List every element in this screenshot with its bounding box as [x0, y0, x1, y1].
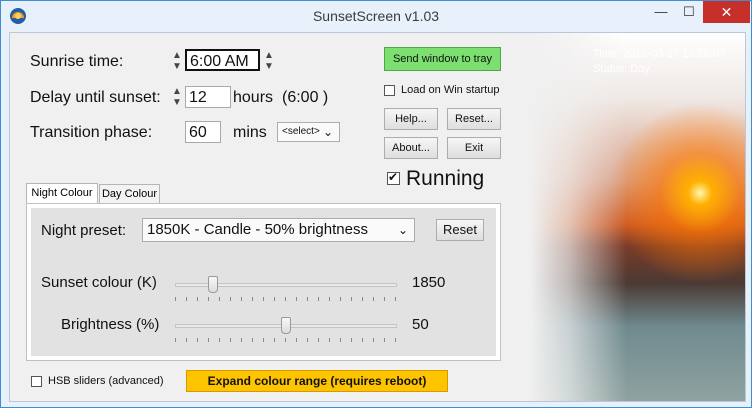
startup-label: Load on Win startup	[401, 84, 500, 96]
sunrise-time-input[interactable]: 6:00 AM	[185, 49, 260, 71]
title-bar[interactable]: SunsetScreen v1.03 — ☐ ✕	[1, 1, 751, 31]
night-preset-label: Night preset:	[41, 222, 127, 239]
sunset-colour-ticks	[175, 297, 397, 301]
sunset-colour-label: Sunset colour (K)	[41, 274, 157, 291]
night-colour-panel: Night preset: 1850K - Candle - 50% brigh…	[26, 203, 501, 361]
brightness-value: 50	[412, 316, 429, 333]
tab-day-colour[interactable]: Day Colour	[99, 184, 160, 204]
night-settings-body: Night preset: 1850K - Candle - 50% brigh…	[31, 208, 496, 356]
spinner-icon[interactable]: ▲ ▼	[263, 50, 275, 78]
sunset-colour-slider[interactable]	[207, 276, 218, 293]
delay-label: Delay until sunset:	[30, 89, 161, 106]
status-text: Status: Day	[593, 63, 650, 75]
spinner-icon[interactable]: ▲ ▼	[171, 50, 183, 78]
running-checkbox[interactable]	[387, 170, 400, 185]
send-to-tray-button[interactable]: Send window to tray	[384, 47, 501, 71]
sunset-colour-value: 1850	[412, 274, 446, 291]
hours-unit: hours	[233, 89, 274, 106]
transition-input[interactable]: 60	[185, 121, 221, 143]
close-button[interactable]: ✕	[703, 1, 750, 23]
night-preset-value: 1850K - Candle - 50% brightness	[147, 221, 368, 238]
help-button[interactable]: Help...	[384, 108, 438, 130]
about-button[interactable]: About...	[384, 137, 438, 159]
status-time: Time: 2015-03-17 13:55:07	[593, 48, 726, 60]
hsb-checkbox[interactable]	[31, 376, 42, 387]
transition-select-value: <select>	[282, 126, 320, 137]
transition-label: Transition phase:	[30, 124, 153, 141]
spinner-icon[interactable]: ▲ ▼	[171, 86, 183, 114]
reset-button[interactable]: Reset...	[447, 108, 501, 130]
expand-colour-range-button[interactable]: Expand colour range (requires reboot)	[186, 370, 448, 392]
chevron-down-icon: ⌄	[397, 223, 408, 237]
delay-hours-input[interactable]: 12	[185, 86, 231, 108]
brightness-ticks	[175, 338, 397, 342]
night-reset-button[interactable]: Reset	[436, 219, 484, 241]
night-preset-select[interactable]: 1850K - Candle - 50% brightness ⌄	[142, 218, 415, 242]
minimize-button[interactable]: —	[647, 1, 675, 23]
startup-checkbox[interactable]	[384, 85, 395, 96]
mins-unit: mins	[233, 124, 267, 141]
tab-night-colour[interactable]: Night Colour	[26, 183, 98, 205]
exit-button[interactable]: Exit	[447, 137, 501, 159]
maximize-button[interactable]: ☐	[675, 1, 703, 23]
running-label: Running	[406, 167, 485, 190]
sunrise-label: Sunrise time:	[30, 53, 124, 70]
hsb-label: HSB sliders (advanced)	[48, 375, 164, 387]
sunsetscreen-window: SunsetScreen v1.03 — ☐ ✕ Time: 2015-03-1…	[0, 0, 752, 408]
sunset-image	[530, 33, 745, 401]
brightness-slider[interactable]	[281, 317, 291, 334]
delay-summary: (6:00 )	[282, 89, 329, 106]
chevron-down-icon: ⌄	[322, 125, 333, 139]
main-panel: Time: 2015-03-17 13:55:07 Status: Day Su…	[9, 32, 746, 402]
window-title: SunsetScreen v1.03	[312, 8, 440, 24]
transition-select[interactable]: <select> ⌄	[277, 122, 340, 142]
brightness-label: Brightness (%)	[61, 316, 160, 333]
